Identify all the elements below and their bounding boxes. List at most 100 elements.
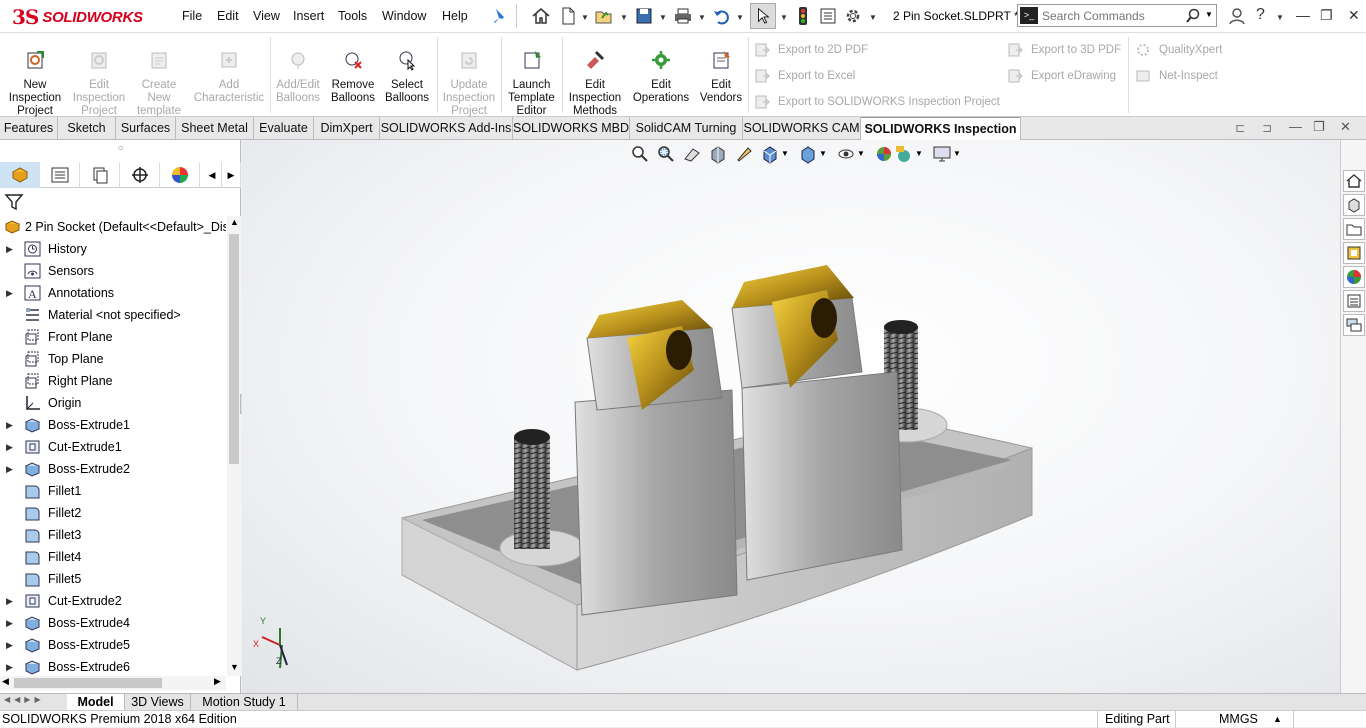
add-edit-balloons-button[interactable]: Add/Edit Balloons bbox=[272, 33, 324, 113]
undo-icon[interactable] bbox=[712, 6, 732, 26]
pin-icon[interactable] bbox=[490, 6, 510, 26]
close-window-icon[interactable]: ✕ bbox=[1348, 7, 1360, 24]
tab-sheet-metal[interactable]: Sheet Metal bbox=[176, 117, 254, 140]
menu-insert[interactable]: Insert bbox=[293, 9, 324, 23]
graphics-area[interactable]: ▼ ▼ ▼ ▼ ▼ Y X Z bbox=[242, 140, 1340, 693]
tab-solidworks-add-ins[interactable]: SOLIDWORKS Add-Ins bbox=[380, 117, 513, 140]
print-icon[interactable] bbox=[673, 6, 693, 26]
menu-file[interactable]: File bbox=[182, 9, 202, 23]
edit-operations-button[interactable]: Edit Operations bbox=[629, 33, 693, 113]
tree-horizontal-scrollbar[interactable]: ◀ ▶ bbox=[0, 676, 226, 690]
home-icon[interactable] bbox=[531, 6, 551, 26]
tree-item-fillet4[interactable]: Fillet4 bbox=[0, 546, 226, 568]
task-pane-view-palette-tab[interactable] bbox=[1343, 242, 1365, 264]
tree-item-fillet3[interactable]: Fillet3 bbox=[0, 524, 226, 546]
help-dropdown-caret-icon[interactable]: ▼ bbox=[1276, 13, 1284, 22]
menu-edit[interactable]: Edit bbox=[217, 9, 239, 23]
tree-item-front-plane[interactable]: Front Plane bbox=[0, 326, 226, 348]
tree-item-boss-extrude5[interactable]: ▶ Boss-Extrude5 bbox=[0, 634, 226, 656]
save-icon[interactable] bbox=[634, 6, 654, 26]
scroll-up-icon[interactable]: ▲ bbox=[230, 217, 239, 227]
tree-item-boss-extrude6[interactable]: ▶ Boss-Extrude6 bbox=[0, 656, 226, 676]
select-tool-button[interactable] bbox=[750, 3, 776, 29]
qualityxpert-item[interactable]: QualityXpert bbox=[1135, 42, 1222, 58]
export-edrawing-item[interactable]: Export eDrawing bbox=[1007, 68, 1116, 84]
tree-root-part[interactable]: 2 Pin Socket (Default<<Default>_Disp bbox=[0, 216, 226, 238]
task-pane-custom-properties-tab[interactable] bbox=[1343, 290, 1365, 312]
tree-hscroll-thumb[interactable] bbox=[14, 678, 162, 688]
expand-arrow-icon[interactable]: ▶ bbox=[6, 238, 13, 260]
doc-restore-icon[interactable]: ❐ bbox=[1313, 119, 1325, 135]
tab-motion-study-1[interactable]: Motion Study 1 bbox=[191, 694, 298, 711]
menu-help[interactable]: Help bbox=[442, 9, 468, 23]
tab-surfaces[interactable]: Surfaces bbox=[116, 117, 176, 140]
tab-dimxpert[interactable]: DimXpert bbox=[314, 117, 380, 140]
tree-item-material-not-specified[interactable]: Material <not specified> bbox=[0, 304, 226, 326]
expand-arrow-icon[interactable]: ▶ bbox=[6, 656, 13, 676]
tab-scroll-right-icon[interactable]: ▶ bbox=[222, 162, 241, 188]
net-inspect-item[interactable]: Net-Inspect bbox=[1135, 68, 1218, 84]
search-icon[interactable] bbox=[1185, 8, 1201, 24]
task-pane-forum-tab[interactable] bbox=[1343, 314, 1365, 336]
edit-inspection-methods-button[interactable]: Edit Inspection Methods bbox=[565, 33, 625, 117]
options-gear-icon[interactable] bbox=[843, 6, 863, 26]
tree-item-annotations[interactable]: ▶ A Annotations bbox=[0, 282, 226, 304]
status-unit-system[interactable]: MMGS bbox=[1219, 711, 1258, 728]
expand-arrow-icon[interactable]: ▶ bbox=[6, 414, 13, 436]
filter-icon[interactable] bbox=[4, 192, 24, 212]
file-properties-icon[interactable] bbox=[818, 6, 838, 26]
solidworks-logo[interactable]: 3S SOLIDWORKS bbox=[12, 4, 143, 30]
scroll-down-icon[interactable]: ▼ bbox=[230, 662, 239, 672]
task-pane-appearances-tab[interactable] bbox=[1343, 266, 1365, 288]
edit-inspection-project-button[interactable]: Edit Inspection Project bbox=[70, 33, 128, 117]
rebuild-traffic-light-icon[interactable] bbox=[793, 6, 813, 26]
propertymanager-tab[interactable] bbox=[40, 162, 80, 188]
tree-item-boss-extrude2[interactable]: ▶ Boss-Extrude2 bbox=[0, 458, 226, 480]
tree-item-sensors[interactable]: Sensors bbox=[0, 260, 226, 282]
expand-arrow-icon[interactable]: ▶ bbox=[6, 612, 13, 634]
tree-item-cut-extrude2[interactable]: ▶ Cut-Extrude2 bbox=[0, 590, 226, 612]
create-new-template-button[interactable]: Create New template bbox=[130, 33, 188, 117]
tree-item-boss-extrude4[interactable]: ▶ Boss-Extrude4 bbox=[0, 612, 226, 634]
doc-minimize-icon[interactable]: — bbox=[1289, 119, 1302, 134]
new-inspection-project-button[interactable]: New Inspection Project bbox=[5, 33, 65, 117]
tree-item-cut-extrude1[interactable]: ▶ Cut-Extrude1 bbox=[0, 436, 226, 458]
tree-scroll-thumb[interactable] bbox=[229, 234, 239, 464]
export-2d-pdf-item[interactable]: Export to 2D PDF bbox=[754, 42, 868, 58]
dimxpertmanager-tab[interactable] bbox=[120, 162, 160, 188]
pane-drag-handle[interactable]: ○ bbox=[0, 140, 241, 160]
remove-balloons-button[interactable]: Remove Balloons bbox=[328, 33, 378, 113]
expand-arrow-icon[interactable]: ▶ bbox=[6, 436, 13, 458]
update-inspection-project-button[interactable]: Update Inspection Project bbox=[440, 33, 498, 117]
tab-sketch[interactable]: Sketch bbox=[58, 117, 116, 140]
doc-close-icon[interactable]: ✕ bbox=[1340, 119, 1351, 135]
expand-arrow-icon[interactable]: ▶ bbox=[6, 282, 13, 304]
new-dropdown-caret-icon[interactable]: ▼ bbox=[581, 13, 589, 22]
select-balloons-button[interactable]: Select Balloons bbox=[381, 33, 433, 113]
tree-item-fillet2[interactable]: Fillet2 bbox=[0, 502, 226, 524]
tab-navigation-arrows-icon[interactable]: ◀◀▶▶ bbox=[4, 695, 45, 704]
options-dropdown-caret-icon[interactable]: ▼ bbox=[869, 13, 877, 22]
tab-solidcam-turning[interactable]: SolidCAM Turning bbox=[630, 117, 743, 140]
menu-view[interactable]: View bbox=[253, 9, 280, 23]
tree-item-history[interactable]: ▶ History bbox=[0, 238, 226, 260]
tree-item-top-plane[interactable]: Top Plane bbox=[0, 348, 226, 370]
save-dropdown-caret-icon[interactable]: ▼ bbox=[659, 13, 667, 22]
tree-item-fillet5[interactable]: Fillet5 bbox=[0, 568, 226, 590]
search-dropdown-caret-icon[interactable]: ▼ bbox=[1205, 10, 1213, 19]
search-input[interactable] bbox=[1042, 7, 1182, 24]
undo-dropdown-caret-icon[interactable]: ▼ bbox=[736, 13, 744, 22]
tree-item-fillet1[interactable]: Fillet1 bbox=[0, 480, 226, 502]
open-folder-icon[interactable] bbox=[594, 6, 614, 26]
tree-vertical-scrollbar[interactable]: ▲ ▼ bbox=[227, 216, 241, 676]
expand-arrow-icon[interactable]: ▶ bbox=[6, 590, 13, 612]
print-dropdown-caret-icon[interactable]: ▼ bbox=[698, 13, 706, 22]
tree-item-origin[interactable]: Origin bbox=[0, 392, 226, 414]
add-characteristic-button[interactable]: Add Characteristic bbox=[192, 33, 266, 113]
help-question-icon[interactable]: ? bbox=[1256, 6, 1265, 24]
tree-item-boss-extrude1[interactable]: ▶ Boss-Extrude1 bbox=[0, 414, 226, 436]
panel-collapse-left-icon[interactable]: ⊏ bbox=[1235, 121, 1245, 135]
units-dropdown-caret-icon[interactable]: ▲ bbox=[1273, 711, 1282, 728]
tab-solidworks-inspection[interactable]: SOLIDWORKS Inspection bbox=[861, 117, 1021, 140]
select-dropdown-caret-icon[interactable]: ▼ bbox=[780, 13, 788, 22]
